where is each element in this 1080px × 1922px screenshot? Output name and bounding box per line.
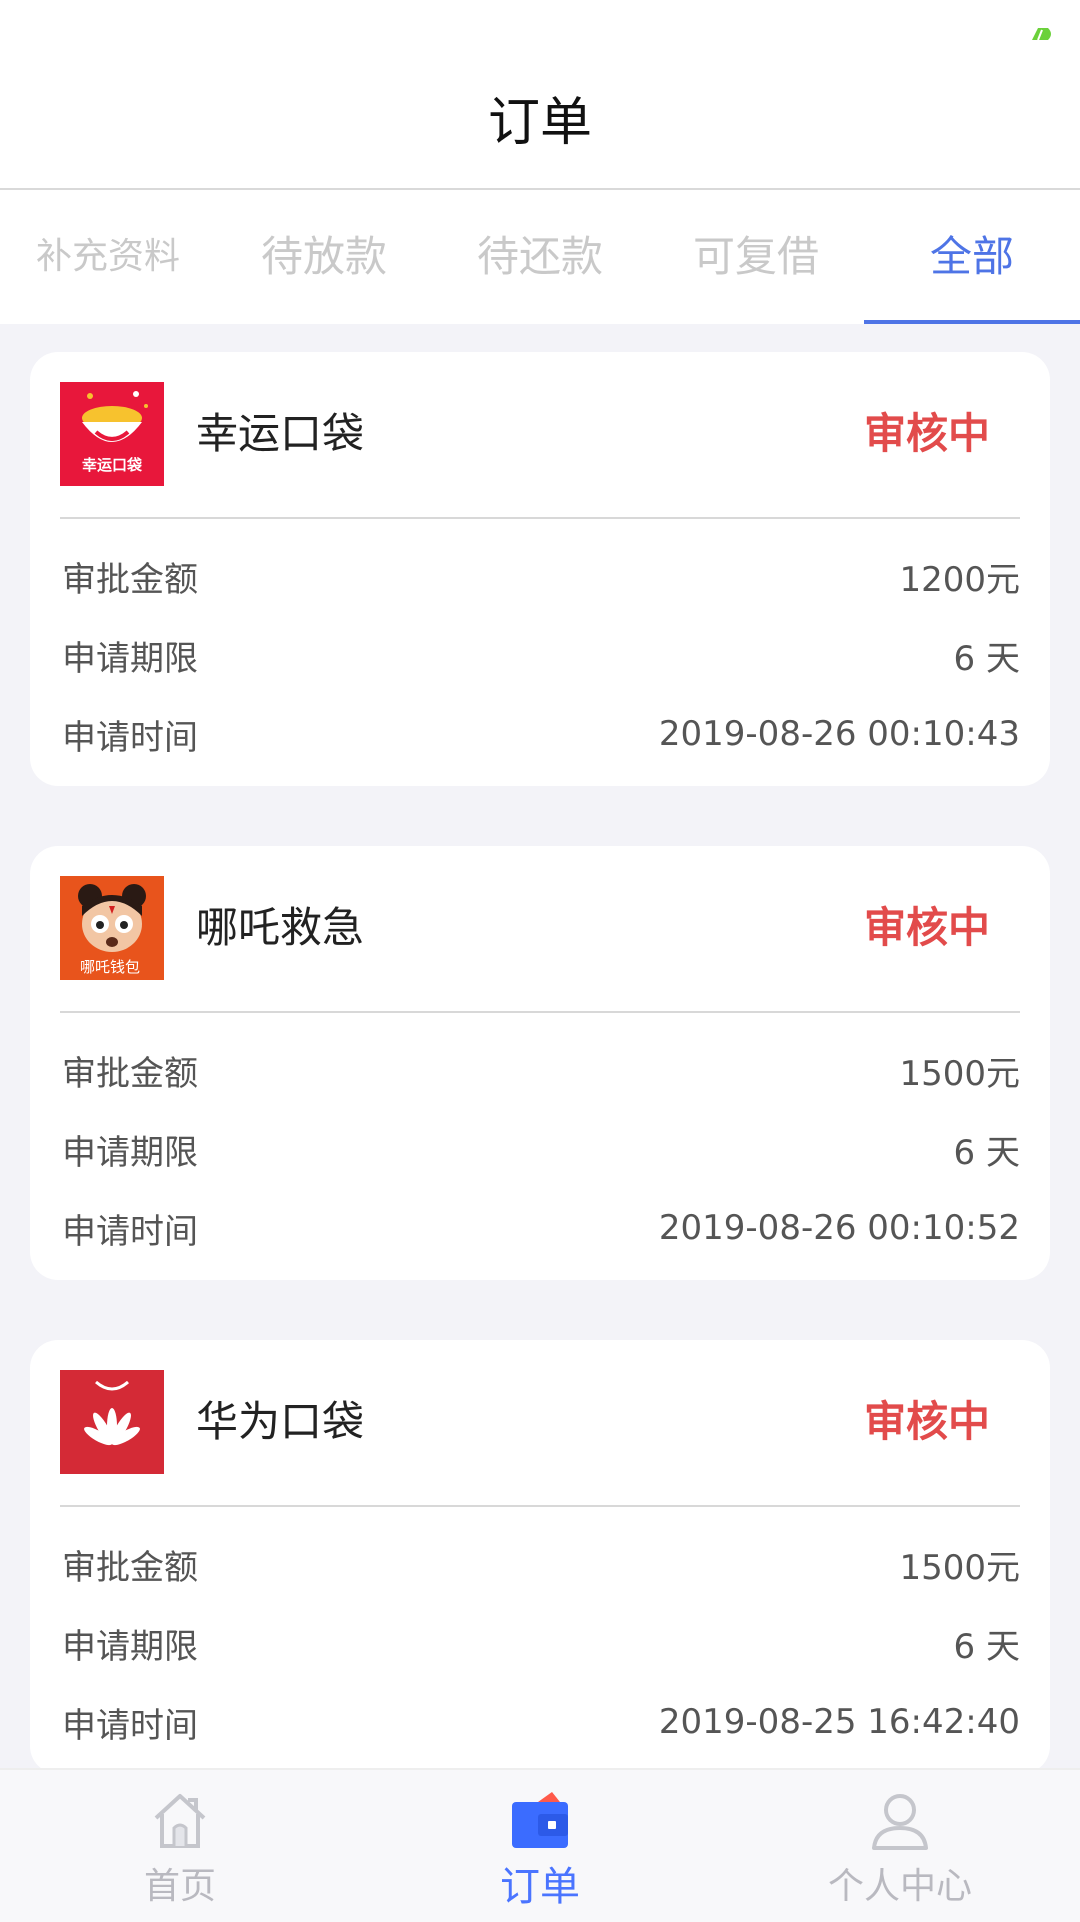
tabbar-orders[interactable]: 订单 (360, 1770, 720, 1922)
loan-term-label: 申请期限 (62, 1132, 198, 1173)
tab-pending-repayment[interactable]: 待还款 (432, 190, 648, 324)
tab-reborrowable[interactable]: 可复借 (648, 190, 864, 324)
approved-amount-row: 审批金额 1500元 (62, 1534, 1020, 1594)
apply-time-label: 申请时间 (62, 1211, 198, 1252)
apply-time-label: 申请时间 (62, 1705, 198, 1746)
approved-amount-value: 1500元 (899, 1547, 1020, 1588)
app-name: 幸运口袋 (196, 409, 365, 458)
svg-text:幸运口袋: 幸运口袋 (82, 456, 143, 474)
svg-text:哪吒钱包: 哪吒钱包 (80, 958, 140, 976)
tabbar-home-label: 首页 (143, 1866, 216, 1907)
app-name: 哪吒救急 (196, 903, 365, 952)
status-badge: 审核中 (863, 1397, 990, 1446)
approved-amount-label: 审批金额 (62, 1053, 198, 1094)
apply-time-row: 申请时间 2019-08-25 16:42:40 (62, 1692, 1020, 1752)
approved-amount-row: 审批金额 1500元 (62, 1040, 1020, 1100)
apply-time-row: 申请时间 2019-08-26 00:10:43 (62, 704, 1020, 764)
apply-time-value: 2019-08-26 00:10:52 (658, 1208, 1020, 1248)
tab-supplement-info[interactable]: 补充资料 (0, 190, 216, 324)
header: 订单 (0, 0, 1080, 190)
loan-term-row: 申请期限 6 天 (62, 1119, 1020, 1179)
tabbar-profile[interactable]: 个人中心 (720, 1770, 1080, 1922)
tab-all[interactable]: 全部 (864, 190, 1080, 324)
divider (60, 1505, 1020, 1507)
apply-time-row: 申请时间 2019-08-26 00:10:52 (62, 1198, 1020, 1258)
approved-amount-label: 审批金额 (62, 1547, 198, 1588)
order-card[interactable]: 华为口袋 审核中 审批金额 1500元 申请期限 6 天 申请时间 2019-0… (30, 1340, 1050, 1774)
apply-time-value: 2019-08-26 00:10:43 (658, 714, 1020, 754)
approved-amount-row: 审批金额 1200元 (62, 546, 1020, 606)
order-filter-tabs: 补充资料 待放款 待还款 可复借 全部 (0, 190, 1080, 324)
loan-term-label: 申请期限 (62, 1626, 198, 1667)
apply-time-value: 2019-08-25 16:42:40 (658, 1702, 1020, 1742)
divider (60, 517, 1020, 519)
page-title: 订单 (487, 93, 592, 153)
tabbar-orders-label: 订单 (500, 1864, 580, 1910)
app-name: 华为口袋 (196, 1397, 365, 1446)
divider (60, 1011, 1020, 1013)
loan-term-label: 申请期限 (62, 638, 198, 679)
status-badge: 审核中 (863, 903, 990, 952)
app-logo-lucky-pocket: 幸运口袋 (60, 382, 164, 486)
status-indicator-icon (1032, 28, 1051, 41)
wallet-icon (512, 1792, 568, 1848)
order-list: 幸运口袋 幸运口袋 审核中 审批金额 1200元 申请期限 6 天 申请时间 2… (30, 352, 1050, 1834)
loan-term-value: 6 天 (953, 638, 1020, 679)
order-card[interactable]: 幸运口袋 幸运口袋 审核中 审批金额 1200元 申请期限 6 天 申请时间 2… (30, 352, 1050, 786)
loan-term-row: 申请期限 6 天 (62, 1613, 1020, 1673)
user-icon (872, 1794, 928, 1850)
app-logo-huawei-pocket (60, 1370, 164, 1474)
approved-amount-value: 1200元 (899, 559, 1020, 600)
tabbar-home[interactable]: 首页 (0, 1770, 360, 1922)
loan-term-value: 6 天 (953, 1626, 1020, 1667)
home-icon (154, 1794, 206, 1848)
status-badge: 审核中 (863, 409, 990, 458)
loan-term-value: 6 天 (953, 1132, 1020, 1173)
apply-time-label: 申请时间 (62, 717, 198, 758)
loan-term-row: 申请期限 6 天 (62, 625, 1020, 685)
tab-pending-loan[interactable]: 待放款 (216, 190, 432, 324)
app-logo-nezha: 哪吒钱包 (60, 876, 164, 980)
bottom-tab-bar: 首页 订单 个人中心 (0, 1768, 1080, 1922)
order-card[interactable]: 哪吒钱包 哪吒救急 审核中 审批金额 1500元 申请期限 6 天 申请时间 2… (30, 846, 1050, 1280)
approved-amount-label: 审批金额 (62, 559, 198, 600)
approved-amount-value: 1500元 (899, 1053, 1020, 1094)
tabbar-profile-label: 个人中心 (827, 1866, 972, 1907)
